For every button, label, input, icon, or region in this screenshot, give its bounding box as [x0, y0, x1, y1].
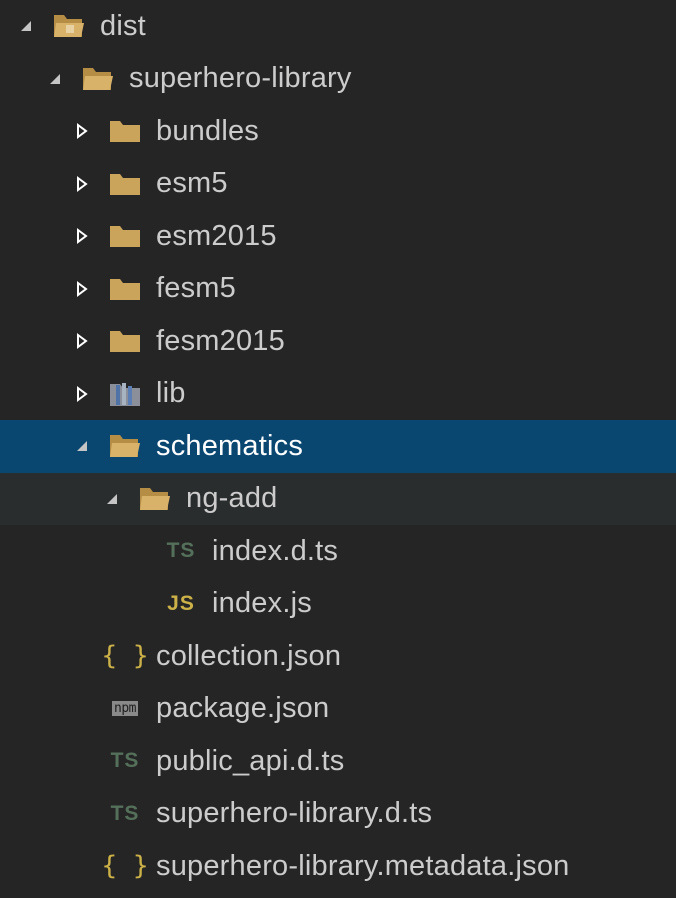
tree-item-label: public_api.d.ts — [156, 744, 345, 777]
tree-item-superhero-library-d-ts[interactable]: TS superhero-library.d.ts — [0, 788, 676, 841]
tree-item-label: bundles — [156, 114, 259, 147]
tree-item-esm5[interactable]: esm5 — [0, 158, 676, 211]
tree-item-label: superhero-library — [129, 62, 352, 95]
tree-item-label: fesm2015 — [156, 324, 285, 357]
folder-open-icon — [52, 11, 86, 41]
folder-open-icon — [81, 64, 115, 94]
tree-item-schematics[interactable]: schematics — [0, 420, 676, 473]
file-explorer-tree: dist superhero-library bundles esm5 esm2… — [0, 0, 676, 898]
tree-item-fesm5[interactable]: fesm5 — [0, 263, 676, 316]
typescript-icon: TS — [110, 801, 140, 825]
chevron-right-icon[interactable] — [72, 279, 92, 299]
npm-icon: npm — [108, 694, 142, 724]
chevron-down-icon[interactable] — [45, 69, 65, 89]
tree-item-bundles[interactable]: bundles — [0, 105, 676, 158]
folder-open-icon — [138, 484, 172, 514]
tree-item-label: superhero-library.metadata.json — [156, 849, 570, 882]
folder-icon — [108, 326, 142, 356]
tree-item-collection-json[interactable]: { } collection.json — [0, 630, 676, 683]
tree-item-index-js[interactable]: JS index.js — [0, 578, 676, 631]
chevron-right-icon[interactable] — [72, 121, 92, 141]
tree-item-index-d-ts[interactable]: TS index.d.ts — [0, 525, 676, 578]
tree-item-label: fesm5 — [156, 272, 236, 305]
tree-item-label: package.json — [156, 692, 330, 725]
chevron-down-icon[interactable] — [102, 489, 122, 509]
tree-item-esm2015[interactable]: esm2015 — [0, 210, 676, 263]
tree-item-label: esm5 — [156, 167, 228, 200]
folder-icon — [108, 274, 142, 304]
npm-icon-text: npm — [112, 701, 138, 717]
chevron-right-icon[interactable] — [72, 384, 92, 404]
tree-item-public-api-d-ts[interactable]: TS public_api.d.ts — [0, 735, 676, 788]
tree-item-label: collection.json — [156, 639, 342, 672]
tree-item-package-json[interactable]: npm package.json — [0, 683, 676, 736]
json-icon: { } — [101, 851, 149, 882]
javascript-icon: JS — [167, 591, 195, 615]
chevron-down-icon[interactable] — [72, 436, 92, 456]
tree-item-label: esm2015 — [156, 219, 277, 252]
tree-item-lib[interactable]: lib — [0, 368, 676, 421]
chevron-right-icon[interactable] — [72, 331, 92, 351]
tree-item-superhero-library[interactable]: superhero-library — [0, 53, 676, 106]
folder-icon — [108, 221, 142, 251]
tree-item-ng-add[interactable]: ng-add — [0, 472, 676, 525]
tree-item-label: lib — [156, 377, 186, 410]
chevron-down-icon[interactable] — [16, 16, 36, 36]
typescript-icon: TS — [110, 749, 140, 773]
tree-item-label: ng-add — [186, 482, 278, 515]
tree-item-label: dist — [100, 9, 146, 42]
tree-item-label: schematics — [156, 429, 304, 462]
json-icon: { } — [101, 641, 149, 672]
folder-icon — [108, 116, 142, 146]
tree-item-label: index.js — [212, 587, 312, 620]
folder-open-icon — [108, 431, 142, 461]
tree-item-superhero-library-metadata-json[interactable]: { } superhero-library.metadata.json — [0, 840, 676, 893]
tree-item-fesm2015[interactable]: fesm2015 — [0, 315, 676, 368]
library-folder-icon — [108, 379, 142, 409]
folder-icon — [108, 169, 142, 199]
tree-item-dist[interactable]: dist — [0, 0, 676, 53]
chevron-right-icon[interactable] — [72, 226, 92, 246]
typescript-icon: TS — [166, 539, 196, 563]
chevron-right-icon[interactable] — [72, 174, 92, 194]
tree-item-label: index.d.ts — [212, 534, 339, 567]
tree-item-label: superhero-library.d.ts — [156, 797, 433, 830]
